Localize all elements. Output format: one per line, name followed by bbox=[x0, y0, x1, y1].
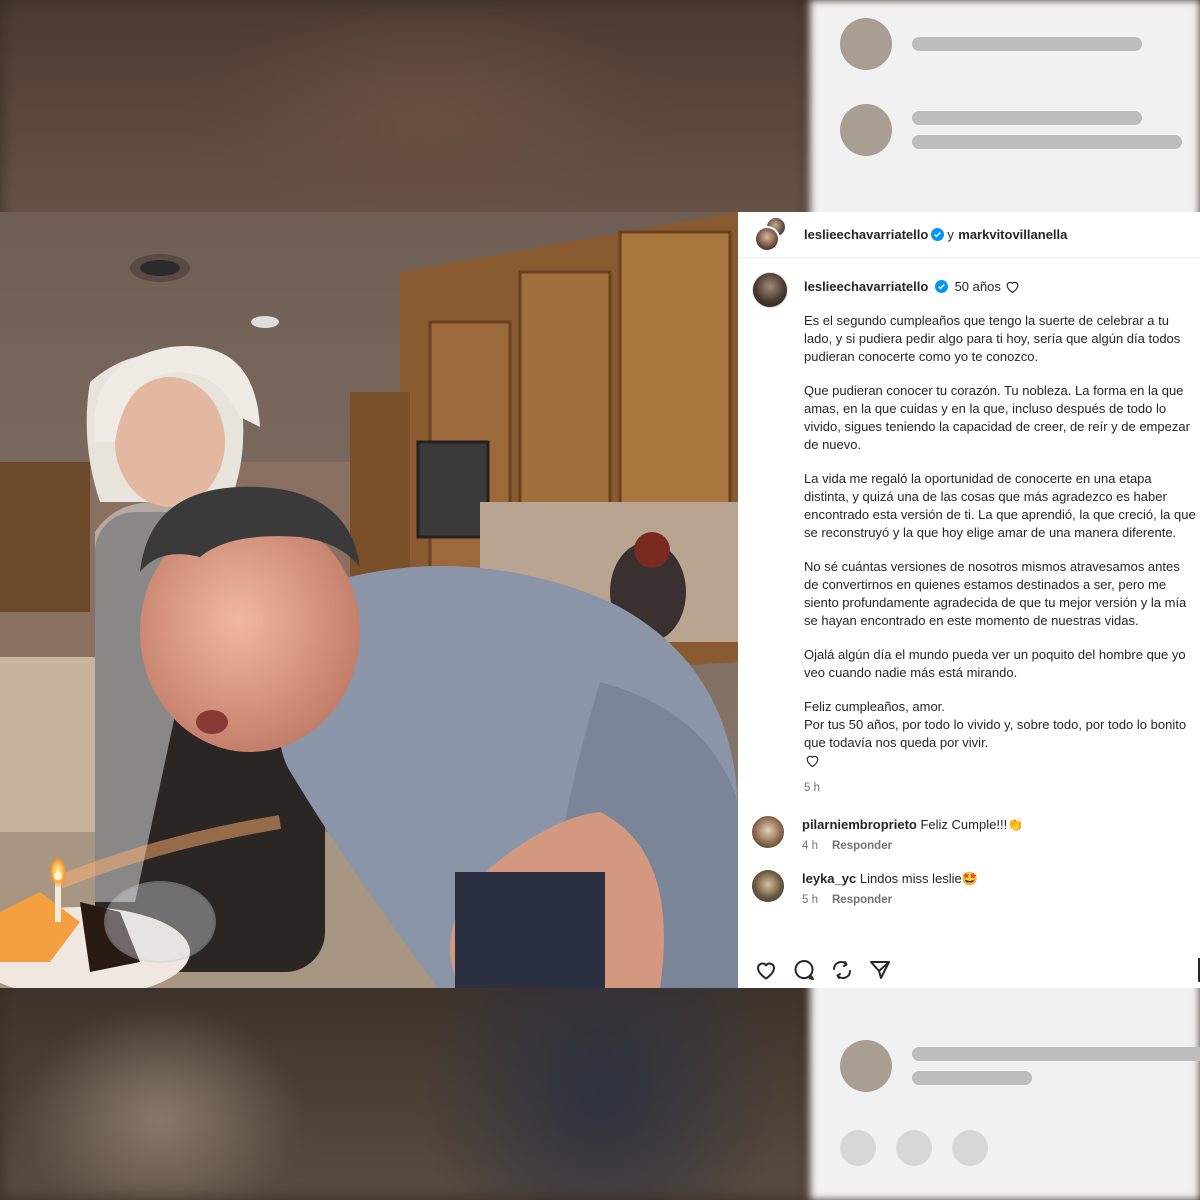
reply-button[interactable]: Responder bbox=[832, 894, 892, 906]
blurred-action-row bbox=[840, 1130, 988, 1166]
caption-timestamp: 5 h bbox=[804, 782, 820, 794]
comment-icon[interactable] bbox=[792, 958, 816, 982]
avatar bbox=[754, 225, 780, 252]
comment-timestamp: 4 h bbox=[802, 840, 818, 852]
birthday-scene-image bbox=[0, 212, 738, 988]
comment-text: Lindos miss leslie🤩 bbox=[859, 871, 978, 886]
blurred-comment-row bbox=[840, 18, 1142, 70]
avatar[interactable] bbox=[752, 816, 784, 848]
comment-username[interactable]: pilarniembroprieto bbox=[802, 817, 917, 832]
caption-paragraph: Que pudieran conocer tu corazón. Tu nobl… bbox=[804, 383, 1190, 452]
send-icon[interactable] bbox=[868, 958, 892, 982]
comment: leyka_yc Lindos miss leslie🤩 5 h Responde… bbox=[752, 870, 1200, 906]
heart-outline-icon bbox=[806, 755, 819, 768]
verified-badge-icon bbox=[931, 228, 945, 241]
collab-avatars[interactable] bbox=[752, 215, 790, 254]
collaborator-username[interactable]: markvitovillanella bbox=[958, 227, 1067, 242]
heart-outline-icon bbox=[1007, 281, 1019, 294]
caption-closing: Feliz cumpleaños, amor. Por tus 50 años,… bbox=[804, 699, 1187, 750]
caption-paragraph: La vida me regaló la oportunidad de cono… bbox=[804, 471, 1196, 540]
verified-badge-icon bbox=[934, 280, 948, 293]
comment-username[interactable]: leyka_yc bbox=[802, 871, 856, 886]
blurred-comment-row bbox=[840, 1040, 1200, 1092]
caption-paragraph: No sé cuántas versiones de nosotros mism… bbox=[804, 559, 1187, 628]
comment-text: Feliz Cumple!!!👏 bbox=[920, 817, 1024, 832]
post-header: leslieechavarriatello y markvitovillanel… bbox=[738, 212, 1200, 258]
caption-paragraph: Ojalá algún día el mundo pueda ver un po… bbox=[804, 647, 1186, 680]
caption-headline: 50 años bbox=[954, 279, 1001, 294]
post-body: leslieechavarriatello 50 años Es el segu… bbox=[738, 258, 1200, 988]
comment-timestamp: 5 h bbox=[802, 894, 818, 906]
caption: leslieechavarriatello 50 años Es el segu… bbox=[752, 272, 1200, 794]
caption-author[interactable]: leslieechavarriatello bbox=[804, 279, 928, 294]
caption-paragraph: Es el segundo cumpleaños que tengo la su… bbox=[804, 313, 1181, 364]
avatar[interactable] bbox=[752, 870, 784, 902]
caption-paragraph: Feliz cumpleaños, amor. Por tus 50 años,… bbox=[804, 698, 1196, 770]
author-username[interactable]: leslieechavarriatello bbox=[804, 227, 928, 242]
comment: pilarniembroprieto Feliz Cumple!!!👏 4 h R… bbox=[752, 816, 1200, 852]
share-icon[interactable] bbox=[830, 958, 854, 982]
instagram-post: leslieechavarriatello y markvitovillanel… bbox=[0, 212, 1200, 988]
blurred-comment-row bbox=[840, 104, 1182, 156]
heart-icon[interactable] bbox=[754, 958, 778, 982]
avatar[interactable] bbox=[752, 272, 788, 308]
reply-button[interactable]: Responder bbox=[832, 840, 892, 852]
header-conjunction: y bbox=[947, 227, 954, 242]
post-details-panel: leslieechavarriatello y markvitovillanel… bbox=[738, 212, 1200, 988]
action-bar bbox=[754, 958, 892, 982]
post-photo[interactable] bbox=[0, 212, 738, 988]
